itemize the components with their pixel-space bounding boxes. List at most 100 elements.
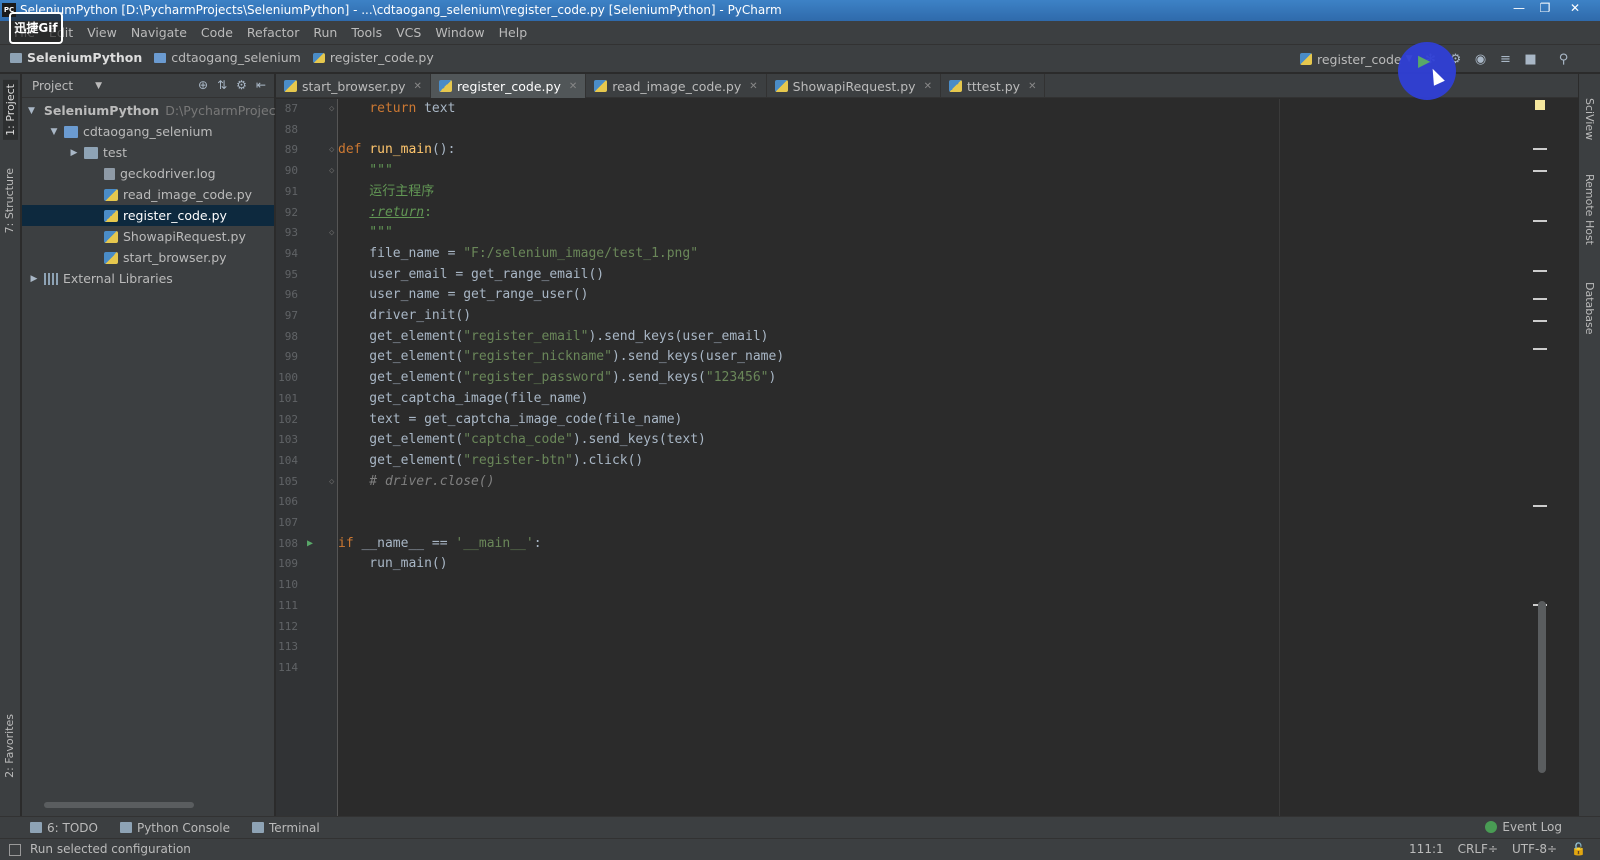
editor-tab[interactable]: start_browser.py ✕ <box>276 74 431 98</box>
event-log-icon <box>1485 821 1498 833</box>
editor-tab[interactable]: ShowapiRequest.py ✕ <box>767 74 941 98</box>
breadcrumb-file[interactable]: register_code.py <box>312 50 434 65</box>
run-icon[interactable]: ▶ <box>1418 51 1430 70</box>
code-text: get_element("register_nickname").send_ke… <box>338 347 784 368</box>
editor-tab[interactable]: read_image_code.py ✕ <box>586 74 767 98</box>
tool-window-toggle-icon[interactable] <box>9 844 21 856</box>
profile-icon[interactable]: ◉ <box>1468 49 1493 69</box>
editor-tab[interactable]: register_code.py ✕ <box>430 74 587 98</box>
breadcrumb-package[interactable]: cdtaogang_selenium <box>154 50 301 65</box>
tab-remote-host[interactable]: Remote Host <box>1583 174 1596 245</box>
locate-icon[interactable]: ⊕ <box>198 78 208 92</box>
line-number: 113 <box>278 640 298 654</box>
menu-item-navigate[interactable]: Navigate <box>131 25 187 40</box>
close-icon[interactable]: ✕ <box>414 81 422 92</box>
tree-item[interactable]: register_code.py <box>22 205 274 226</box>
hide-icon[interactable]: ⇤ <box>256 78 266 92</box>
code-editor[interactable]: 87 ◇ return text 88 89 ◇ def run_main(): 90 ◇ "… <box>276 99 1578 816</box>
tool-terminal[interactable]: Terminal <box>252 821 320 835</box>
line-number: 105 <box>278 474 298 488</box>
tab-favorites[interactable]: 2: Favorites <box>3 714 16 778</box>
event-log-button[interactable]: Event Log <box>1485 820 1562 834</box>
close-icon[interactable]: ✕ <box>924 81 932 92</box>
close-icon[interactable]: ✕ <box>1028 81 1036 92</box>
tree-item[interactable]: ▶ External Libraries <box>22 268 274 289</box>
vertical-scrollbar[interactable] <box>1538 601 1546 773</box>
menu-item-run[interactable]: Run <box>313 25 337 40</box>
line-number: 109 <box>278 557 298 571</box>
menu-item-refactor[interactable]: Refactor <box>247 25 299 40</box>
error-stripe-mark[interactable] <box>1533 148 1547 150</box>
tab-structure[interactable]: 7: Structure <box>3 168 16 233</box>
code-line: 112 <box>276 617 1578 638</box>
line-separator[interactable]: CRLF÷ <box>1458 842 1498 856</box>
minimize-icon[interactable]: — <box>1506 0 1532 18</box>
tree-item[interactable]: ▼ SeleniumPython D:\PycharmProject <box>22 100 281 121</box>
tab-project[interactable]: 1: Project <box>3 80 18 140</box>
tree-item[interactable]: ShowapiRequest.py <box>22 226 274 247</box>
restore-icon[interactable]: ❐ <box>1532 0 1558 18</box>
fold-marker-icon[interactable]: ◇ <box>329 472 334 493</box>
caret-position[interactable]: 111:1 <box>1409 842 1444 856</box>
chevron-down-icon[interactable]: ▼ <box>95 81 102 91</box>
line-number: 106 <box>278 495 298 509</box>
expanded-arrow-icon[interactable]: ▼ <box>28 106 35 116</box>
tree-item[interactable]: ▼ cdtaogang_selenium <box>22 121 274 142</box>
fold-marker-icon[interactable]: ◇ <box>329 223 334 244</box>
expanded-arrow-icon[interactable]: ▼ <box>48 127 60 137</box>
line-number: 96 <box>284 288 298 302</box>
error-stripe-mark[interactable] <box>1533 505 1547 507</box>
tree-item[interactable]: ▶ test <box>22 142 274 163</box>
code-token: text = get_captcha_image_code(file_name) <box>338 411 683 427</box>
tree-item[interactable]: read_image_code.py <box>22 184 274 205</box>
tree-item[interactable]: start_browser.py <box>22 247 274 268</box>
code-token: ).click() <box>572 452 644 468</box>
close-icon[interactable]: ✕ <box>569 81 577 92</box>
file-encoding[interactable]: UTF-8÷ <box>1512 842 1557 856</box>
error-stripe-mark[interactable] <box>1533 348 1547 350</box>
tab-database[interactable]: Database <box>1583 282 1596 335</box>
menu-item-code[interactable]: Code <box>201 25 233 40</box>
editor-tab[interactable]: tttest.py ✕ <box>941 74 1046 98</box>
error-stripe-mark[interactable] <box>1533 320 1547 322</box>
error-stripe-mark[interactable] <box>1533 220 1547 222</box>
tool-6-todo[interactable]: 6: TODO <box>30 821 98 835</box>
inspection-status-icon[interactable] <box>1535 100 1545 110</box>
project-panel: Project ▼ ⊕ ⇅ ⚙ ⇤ ▼ SeleniumPython D:\Pych… <box>22 74 281 816</box>
editor-tab-label: start_browser.py <box>302 78 406 94</box>
horizontal-scrollbar[interactable] <box>44 802 194 808</box>
run-configuration-select[interactable]: register_code ▼ <box>1300 49 1413 69</box>
menu-item-help[interactable]: Help <box>499 25 528 40</box>
menu-item-vcs[interactable]: VCS <box>396 25 421 40</box>
tab-sciview[interactable]: SciView <box>1583 98 1596 140</box>
code-token: user_name = get_range_user() <box>338 287 589 303</box>
collapsed-arrow-icon[interactable]: ▶ <box>28 274 40 284</box>
collapsed-arrow-icon[interactable]: ▶ <box>68 148 80 158</box>
search-icon[interactable]: ⚲ <box>1551 49 1576 69</box>
stop-icon[interactable]: ■ <box>1518 49 1543 69</box>
code-token: run_main() <box>338 556 448 572</box>
tree-item[interactable]: geckodriver.log <box>22 163 274 184</box>
fold-marker-icon[interactable]: ◇ <box>329 99 334 120</box>
line-number: 112 <box>278 619 298 633</box>
code-text: get_element("register_password").send_ke… <box>338 368 776 389</box>
breadcrumb-project[interactable]: SeleniumPython <box>10 50 142 65</box>
menu-item-tools[interactable]: Tools <box>351 25 382 40</box>
concurrency-icon[interactable]: ≡ <box>1493 49 1518 69</box>
fold-marker-icon[interactable]: ◇ <box>329 140 334 161</box>
lock-icon[interactable]: 🔓 <box>1571 842 1586 856</box>
line-number: 108 <box>278 536 298 550</box>
menu-item-view[interactable]: View <box>87 25 117 40</box>
run-gutter-icon[interactable]: ▶ <box>307 534 313 555</box>
error-stripe-mark[interactable] <box>1533 298 1547 300</box>
menu-item-window[interactable]: Window <box>435 25 484 40</box>
fold-marker-icon[interactable]: ◇ <box>329 161 334 182</box>
tool-python-console[interactable]: Python Console <box>119 821 230 835</box>
gear-icon[interactable]: ⚙ <box>236 78 247 92</box>
error-stripe-mark[interactable] <box>1533 270 1547 272</box>
error-stripe-mark[interactable] <box>1533 170 1547 172</box>
close-icon[interactable]: ✕ <box>1558 0 1592 18</box>
python-file-icon <box>284 80 297 92</box>
collapse-all-icon[interactable]: ⇅ <box>217 78 227 92</box>
close-icon[interactable]: ✕ <box>749 81 757 92</box>
